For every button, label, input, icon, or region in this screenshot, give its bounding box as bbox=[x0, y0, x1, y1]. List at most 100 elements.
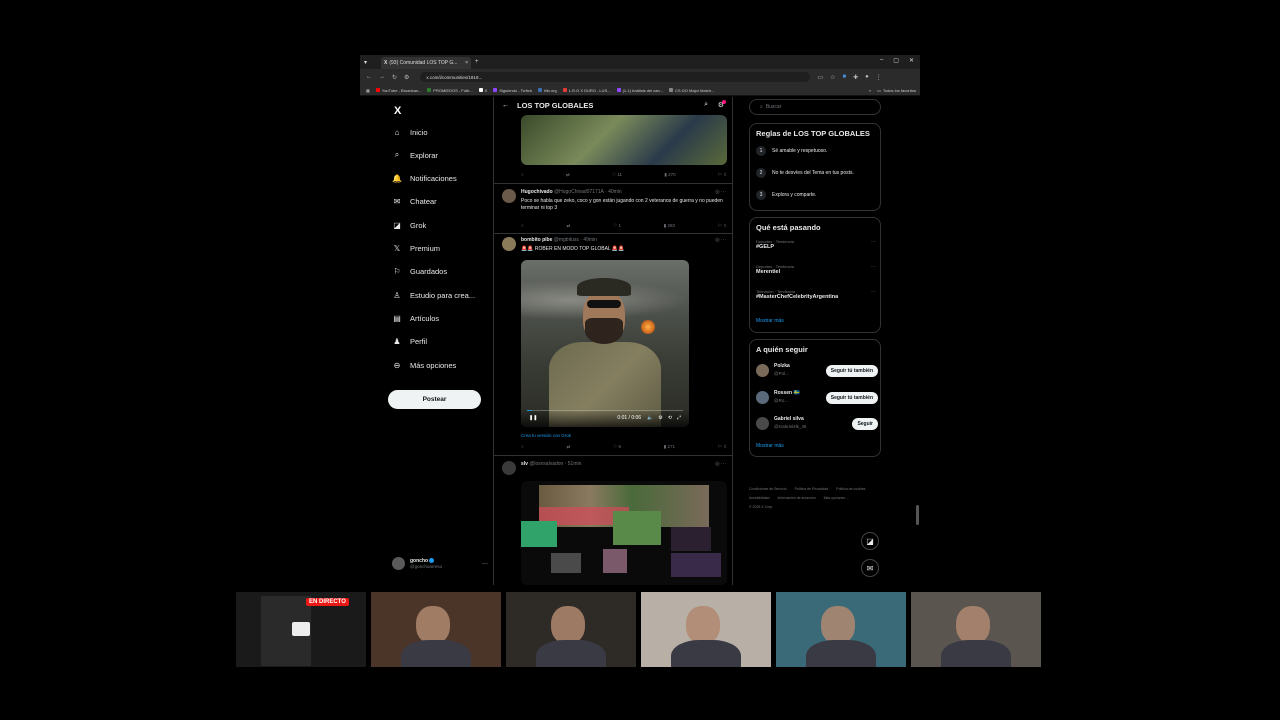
share-icon[interactable]: ⇪ bbox=[723, 444, 727, 449]
nav-item-premium[interactable]: 𝕏 Premium bbox=[392, 242, 440, 256]
retweet-icon[interactable]: ⇄ bbox=[567, 444, 571, 450]
volume-icon[interactable]: 🔈 bbox=[647, 415, 653, 421]
star-icon[interactable]: ☆ bbox=[830, 74, 835, 81]
more-dots-icon[interactable]: ··· bbox=[871, 239, 876, 245]
follow-name[interactable]: Rossen 🇸🇪 bbox=[774, 390, 800, 396]
share-icon[interactable]: ⇪ bbox=[723, 172, 727, 177]
messages-float-icon[interactable]: ✉ bbox=[861, 559, 879, 577]
bookmark-item[interactable]: Siguiendo - Twitch bbox=[493, 88, 532, 93]
retweet-icon[interactable]: ⇄ bbox=[567, 223, 571, 229]
nav-item-notificaciones[interactable]: 🔔 Notificaciones bbox=[392, 172, 457, 186]
show-more-link[interactable]: Mostrar más bbox=[756, 443, 784, 449]
bookmark-item[interactable]: L.R.O X DURO - LUS... bbox=[562, 88, 611, 93]
rule-item[interactable]: 1 Sé amable y respetuoso. bbox=[756, 146, 827, 156]
nav-item-chatear[interactable]: ✉ Chatear bbox=[392, 195, 437, 209]
reply-icon[interactable]: ○ bbox=[521, 172, 524, 178]
tweet-video[interactable]: ❚❚ 0:01 / 0:06 🔈 ⚙ ⟲ ⤢ bbox=[521, 260, 689, 427]
search-input[interactable]: ⌕ Buscar bbox=[749, 99, 881, 115]
avatar[interactable] bbox=[756, 364, 769, 377]
tweet-image[interactable] bbox=[521, 481, 727, 585]
bookmark-icon[interactable]: ⚐ bbox=[718, 223, 722, 228]
tweet-handle[interactable]: @HugoChivad07171A bbox=[554, 189, 604, 195]
footer-link[interactable]: Accesibilidad bbox=[749, 494, 769, 503]
nav-item-guardados[interactable]: ⚐ Guardados bbox=[392, 265, 447, 279]
tweet-handle[interactable]: @losvsalvadon bbox=[529, 461, 563, 467]
post-button[interactable]: Postear bbox=[388, 390, 481, 409]
nav-item-art-culos[interactable]: ▤ Artículos bbox=[392, 311, 439, 325]
footer-link[interactable]: Política de Privacidad bbox=[795, 485, 829, 494]
url-input[interactable]: x.com/i/communities/1818... bbox=[420, 72, 811, 82]
avatar[interactable] bbox=[502, 237, 516, 251]
trend-item[interactable]: Deportes · Tendencia #GELP ··· bbox=[756, 239, 876, 250]
show-more-link[interactable]: Mostrar más bbox=[756, 318, 784, 324]
tweet-author[interactable]: bombito pibe bbox=[521, 237, 552, 243]
cam-5[interactable] bbox=[776, 592, 906, 667]
follow-button[interactable]: Seguir tú también bbox=[825, 391, 878, 404]
account-switcher[interactable]: goncho @gonchoarreso ··· bbox=[392, 557, 488, 570]
avatar[interactable] bbox=[756, 390, 769, 404]
tweet-image[interactable] bbox=[521, 115, 727, 165]
browser-tab[interactable]: X (93) Comunidad LOS TOP G... × bbox=[381, 57, 472, 69]
avatar[interactable] bbox=[502, 461, 516, 475]
more-dots-icon[interactable]: ◎ ··· bbox=[715, 461, 726, 467]
fullscreen-icon[interactable]: ⤢ bbox=[677, 415, 681, 421]
minimize-icon[interactable]: – bbox=[880, 57, 883, 64]
forward-icon[interactable]: → bbox=[379, 74, 385, 80]
grok-version-link[interactable]: Crea tu versión con Grok bbox=[521, 433, 571, 438]
puzzle-icon[interactable]: ✚ bbox=[853, 74, 858, 81]
cam-6[interactable] bbox=[911, 592, 1041, 667]
back-arrow-icon[interactable]: ← bbox=[502, 102, 509, 109]
maximize-icon[interactable]: ▢ bbox=[893, 57, 899, 64]
more-dots-icon[interactable]: ··· bbox=[482, 561, 488, 567]
follow-suggestion[interactable]: Polzka @Pol... Seguir tú también bbox=[756, 362, 878, 380]
views-button[interactable]: ▮ 283 bbox=[664, 223, 675, 229]
avatar[interactable] bbox=[502, 189, 516, 203]
rule-item[interactable]: 2 No te desvíes del Tema en tus posts. bbox=[756, 168, 854, 178]
follow-suggestion[interactable]: Gabriel silva @Gabriel4lk_46 Seguir bbox=[756, 415, 878, 433]
nav-item-estudio-para-crea-[interactable]: ♙ Estudio para crea... bbox=[392, 288, 475, 302]
bookmark-item[interactable]: PROMIEDOS - Fútb... bbox=[427, 88, 473, 93]
pause-icon[interactable]: ❚❚ bbox=[529, 415, 537, 421]
more-dots-icon[interactable]: ◎ ··· bbox=[715, 237, 726, 243]
tab-list-icon[interactable]: ▾ bbox=[364, 59, 367, 66]
loop-icon[interactable]: ⟲ bbox=[668, 415, 672, 421]
share-icon[interactable]: ⇪ bbox=[723, 223, 727, 228]
nav-item-inicio[interactable]: ⌂ Inicio bbox=[392, 125, 428, 139]
close-window-icon[interactable]: ✕ bbox=[909, 57, 914, 64]
bookmarks-overflow-icon[interactable]: » bbox=[869, 88, 871, 93]
tab-close-icon[interactable]: × bbox=[465, 60, 468, 66]
follow-button[interactable]: Seguir tú también bbox=[825, 365, 878, 377]
bookmark-item[interactable]: hltv.org bbox=[537, 88, 557, 93]
trend-item[interactable]: Televisión · Tendencia #MasterChefCelebri… bbox=[756, 289, 876, 300]
views-button[interactable]: ▮ 270 bbox=[664, 172, 675, 178]
cam-4[interactable] bbox=[641, 592, 771, 667]
follow-suggestion[interactable]: Rossen 🇸🇪 @Ro... Seguir tú también bbox=[756, 389, 878, 407]
views-button[interactable]: ▮ 271 bbox=[664, 444, 675, 450]
cam-2[interactable] bbox=[371, 592, 501, 667]
tweet-author[interactable]: Hugochivado bbox=[521, 189, 553, 195]
avatar[interactable] bbox=[756, 417, 769, 430]
menu-icon[interactable]: ⋮ bbox=[876, 74, 882, 81]
grok-float-icon[interactable]: ◪ bbox=[861, 532, 879, 550]
apps-grid-icon[interactable]: ▦ bbox=[366, 88, 370, 93]
bookmark-item[interactable]: YouTube - Broadcas... bbox=[375, 88, 421, 93]
settings-icon[interactable]: ⚙ bbox=[658, 415, 662, 421]
trend-item[interactable]: Deportes · Tendencia Merentiel ··· bbox=[756, 264, 876, 275]
back-icon[interactable]: ← bbox=[366, 74, 372, 80]
like-button[interactable]: ♡ 11 bbox=[612, 172, 622, 178]
like-button[interactable]: ♡ 6 bbox=[613, 444, 621, 450]
scrollbar[interactable] bbox=[916, 505, 919, 525]
nav-item-perfil[interactable]: ♟ Perfil bbox=[392, 335, 427, 349]
cam-3[interactable] bbox=[506, 592, 636, 667]
all-bookmarks[interactable]: ▭ Todos los favoritos bbox=[877, 88, 916, 93]
cast-icon[interactable]: ▭ bbox=[817, 74, 823, 81]
retweet-icon[interactable]: ⇄ bbox=[566, 172, 570, 178]
footer-link[interactable]: Más opciones ... bbox=[824, 494, 849, 503]
reply-icon[interactable]: ○ bbox=[521, 223, 524, 229]
nav-item-m-s-opciones[interactable]: ⊖ Más opciones bbox=[392, 358, 457, 372]
nav-item-grok[interactable]: ◪ Grok bbox=[392, 218, 426, 232]
more-dots-icon[interactable]: ··· bbox=[871, 289, 876, 295]
follow-button[interactable]: Seguir bbox=[852, 418, 878, 430]
tweet-handle[interactable]: @mgbituss bbox=[554, 237, 579, 243]
bookmark-item[interactable]: X bbox=[478, 88, 487, 93]
